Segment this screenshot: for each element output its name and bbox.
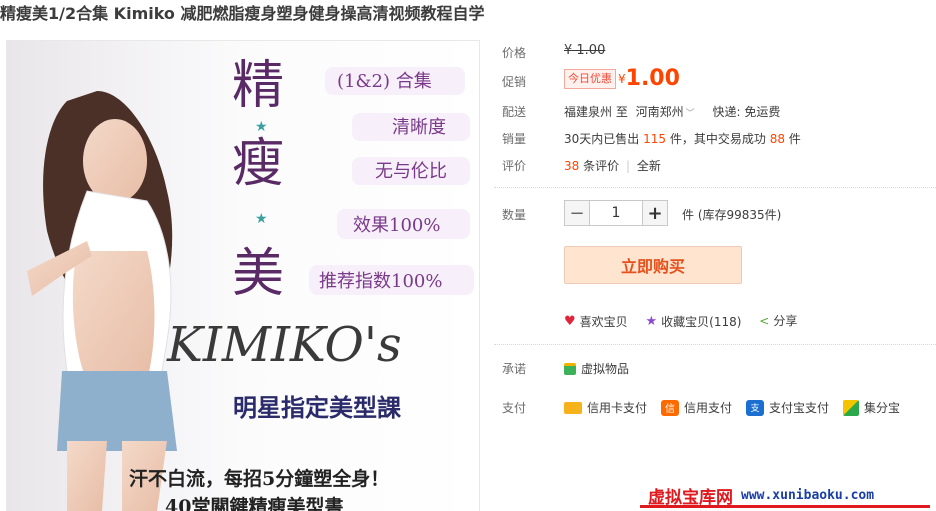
review-separator: | bbox=[625, 159, 630, 173]
delivery-destination-select[interactable]: 河南郑州 ﹀ bbox=[636, 105, 695, 119]
sales-mid: 件，其中交易成功 bbox=[669, 132, 766, 146]
review-link[interactable]: 38 条评价 bbox=[564, 159, 619, 173]
original-price: ¥ 1.00 bbox=[564, 43, 606, 58]
promise-label: 承诺 bbox=[502, 362, 527, 376]
tag-clarity: 清晰度 bbox=[392, 117, 446, 138]
sales-suffix: 件 bbox=[788, 132, 801, 146]
stock-info: 件 (库存99835件) bbox=[682, 208, 782, 222]
review-suffix[interactable]: 条评价 bbox=[583, 159, 619, 173]
svg-text:★: ★ bbox=[255, 211, 268, 227]
brand-text: KIMIKO's bbox=[166, 317, 402, 373]
quantity-decrease-button[interactable]: − bbox=[564, 200, 590, 226]
quantity-stepper[interactable]: − 1 + bbox=[564, 200, 668, 226]
share-label[interactable]: 分享 bbox=[773, 312, 797, 329]
pay-credit: 信 信用支付 bbox=[661, 399, 732, 416]
divider bbox=[494, 187, 936, 188]
pay-jifenbao-label: 集分宝 bbox=[864, 401, 901, 415]
star-icon: ★ bbox=[645, 313, 658, 329]
pay-jifenbao: 集分宝 bbox=[843, 399, 900, 416]
big-char-3: 美 bbox=[232, 244, 284, 304]
watermark-underline bbox=[640, 505, 930, 508]
heart-icon: ♥ bbox=[564, 313, 576, 329]
favorite-label[interactable]: 收藏宝贝(118) bbox=[661, 313, 741, 330]
delivery-label: 配送 bbox=[502, 105, 527, 119]
pay-credit-label: 信用支付 bbox=[684, 401, 733, 415]
favorite-button[interactable]: ★ 收藏宝贝(118) bbox=[646, 313, 742, 330]
price-label: 价格 bbox=[502, 46, 527, 60]
cover-tagline-2: 40堂關鍵精瘦美型書 bbox=[165, 495, 343, 511]
divider bbox=[494, 344, 936, 345]
svg-text:★: ★ bbox=[255, 119, 268, 135]
promo-label: 促销 bbox=[502, 75, 527, 89]
sales-success-count: 88 bbox=[769, 132, 785, 146]
virtual-goods-icon bbox=[564, 362, 576, 375]
pay-alipay-label: 支付宝支付 bbox=[769, 401, 830, 415]
like-button[interactable]: ♥ 喜欢宝贝 bbox=[564, 313, 628, 330]
credit-card-icon bbox=[564, 401, 582, 414]
tag-unmatched: 无与伦比 bbox=[375, 161, 447, 182]
pay-alipay: 支 支付宝支付 bbox=[746, 399, 829, 416]
big-char-1: 精 bbox=[232, 56, 284, 116]
promo-currency: ¥ bbox=[618, 71, 626, 86]
cover-tagline: 汗不白流，每招5分鐘塑全身！ bbox=[129, 467, 389, 490]
review-count[interactable]: 38 bbox=[564, 159, 579, 173]
delivery-destination[interactable]: 河南郑州 bbox=[636, 105, 684, 119]
quantity-input[interactable]: 1 bbox=[590, 200, 642, 226]
promo-tag: 今日优惠 bbox=[564, 68, 616, 89]
quantity-label: 数量 bbox=[502, 208, 527, 222]
share-icon: < bbox=[759, 313, 770, 328]
jifenbao-icon bbox=[843, 399, 860, 416]
quantity-increase-button[interactable]: + bbox=[642, 200, 668, 226]
chevron-down-icon: ﹀ bbox=[685, 109, 695, 119]
watermark-url: www.xunibaoku.com bbox=[741, 487, 875, 503]
alipay-icon: 支 bbox=[746, 399, 765, 416]
condition-new: 全新 bbox=[636, 159, 661, 173]
delivery-from: 福建泉州 至 bbox=[564, 105, 628, 119]
sales-sold-count: 115 bbox=[643, 132, 667, 146]
sales-prefix: 30天内已售出 bbox=[564, 132, 640, 146]
watermark-site-name: 虚拟宝库网 bbox=[648, 487, 733, 508]
tag-recommend: 推荐指数100% bbox=[319, 271, 442, 292]
product-title: 精瘦美1/2合集 Kimiko 减肥燃脂瘦身塑身健身操高清视频教程自学 bbox=[0, 4, 485, 23]
promo-price: 1.00 bbox=[625, 66, 680, 91]
product-cover-art: 精 ★ 瘦 ★ 美 (1&2) 合集 清晰度 无与伦比 效果100% 推荐指数1… bbox=[7, 41, 479, 511]
promise-value: 虚拟物品 bbox=[581, 362, 630, 376]
tag-collection: (1&2) 合集 bbox=[337, 71, 432, 92]
cover-subtitle: 明星指定美型課 bbox=[233, 393, 402, 422]
share-button[interactable]: < 分享 bbox=[759, 312, 797, 329]
credit-pay-icon: 信 bbox=[661, 399, 680, 416]
big-char-2: 瘦 bbox=[232, 134, 284, 194]
tag-effect: 效果100% bbox=[353, 215, 440, 236]
like-label[interactable]: 喜欢宝贝 bbox=[580, 313, 628, 330]
pay-credit-card: 信用卡支付 bbox=[564, 399, 647, 416]
sales-label: 销量 bbox=[502, 132, 527, 146]
delivery-express: 快递: 免运费 bbox=[712, 105, 781, 119]
product-image[interactable]: 精 ★ 瘦 ★ 美 (1&2) 合集 清晰度 无与伦比 效果100% 推荐指数1… bbox=[6, 40, 480, 511]
review-label: 评价 bbox=[502, 159, 527, 173]
payment-label: 支付 bbox=[502, 401, 527, 415]
pay-credit-card-label: 信用卡支付 bbox=[587, 401, 648, 415]
buy-now-button[interactable]: 立即购买 bbox=[564, 246, 742, 284]
